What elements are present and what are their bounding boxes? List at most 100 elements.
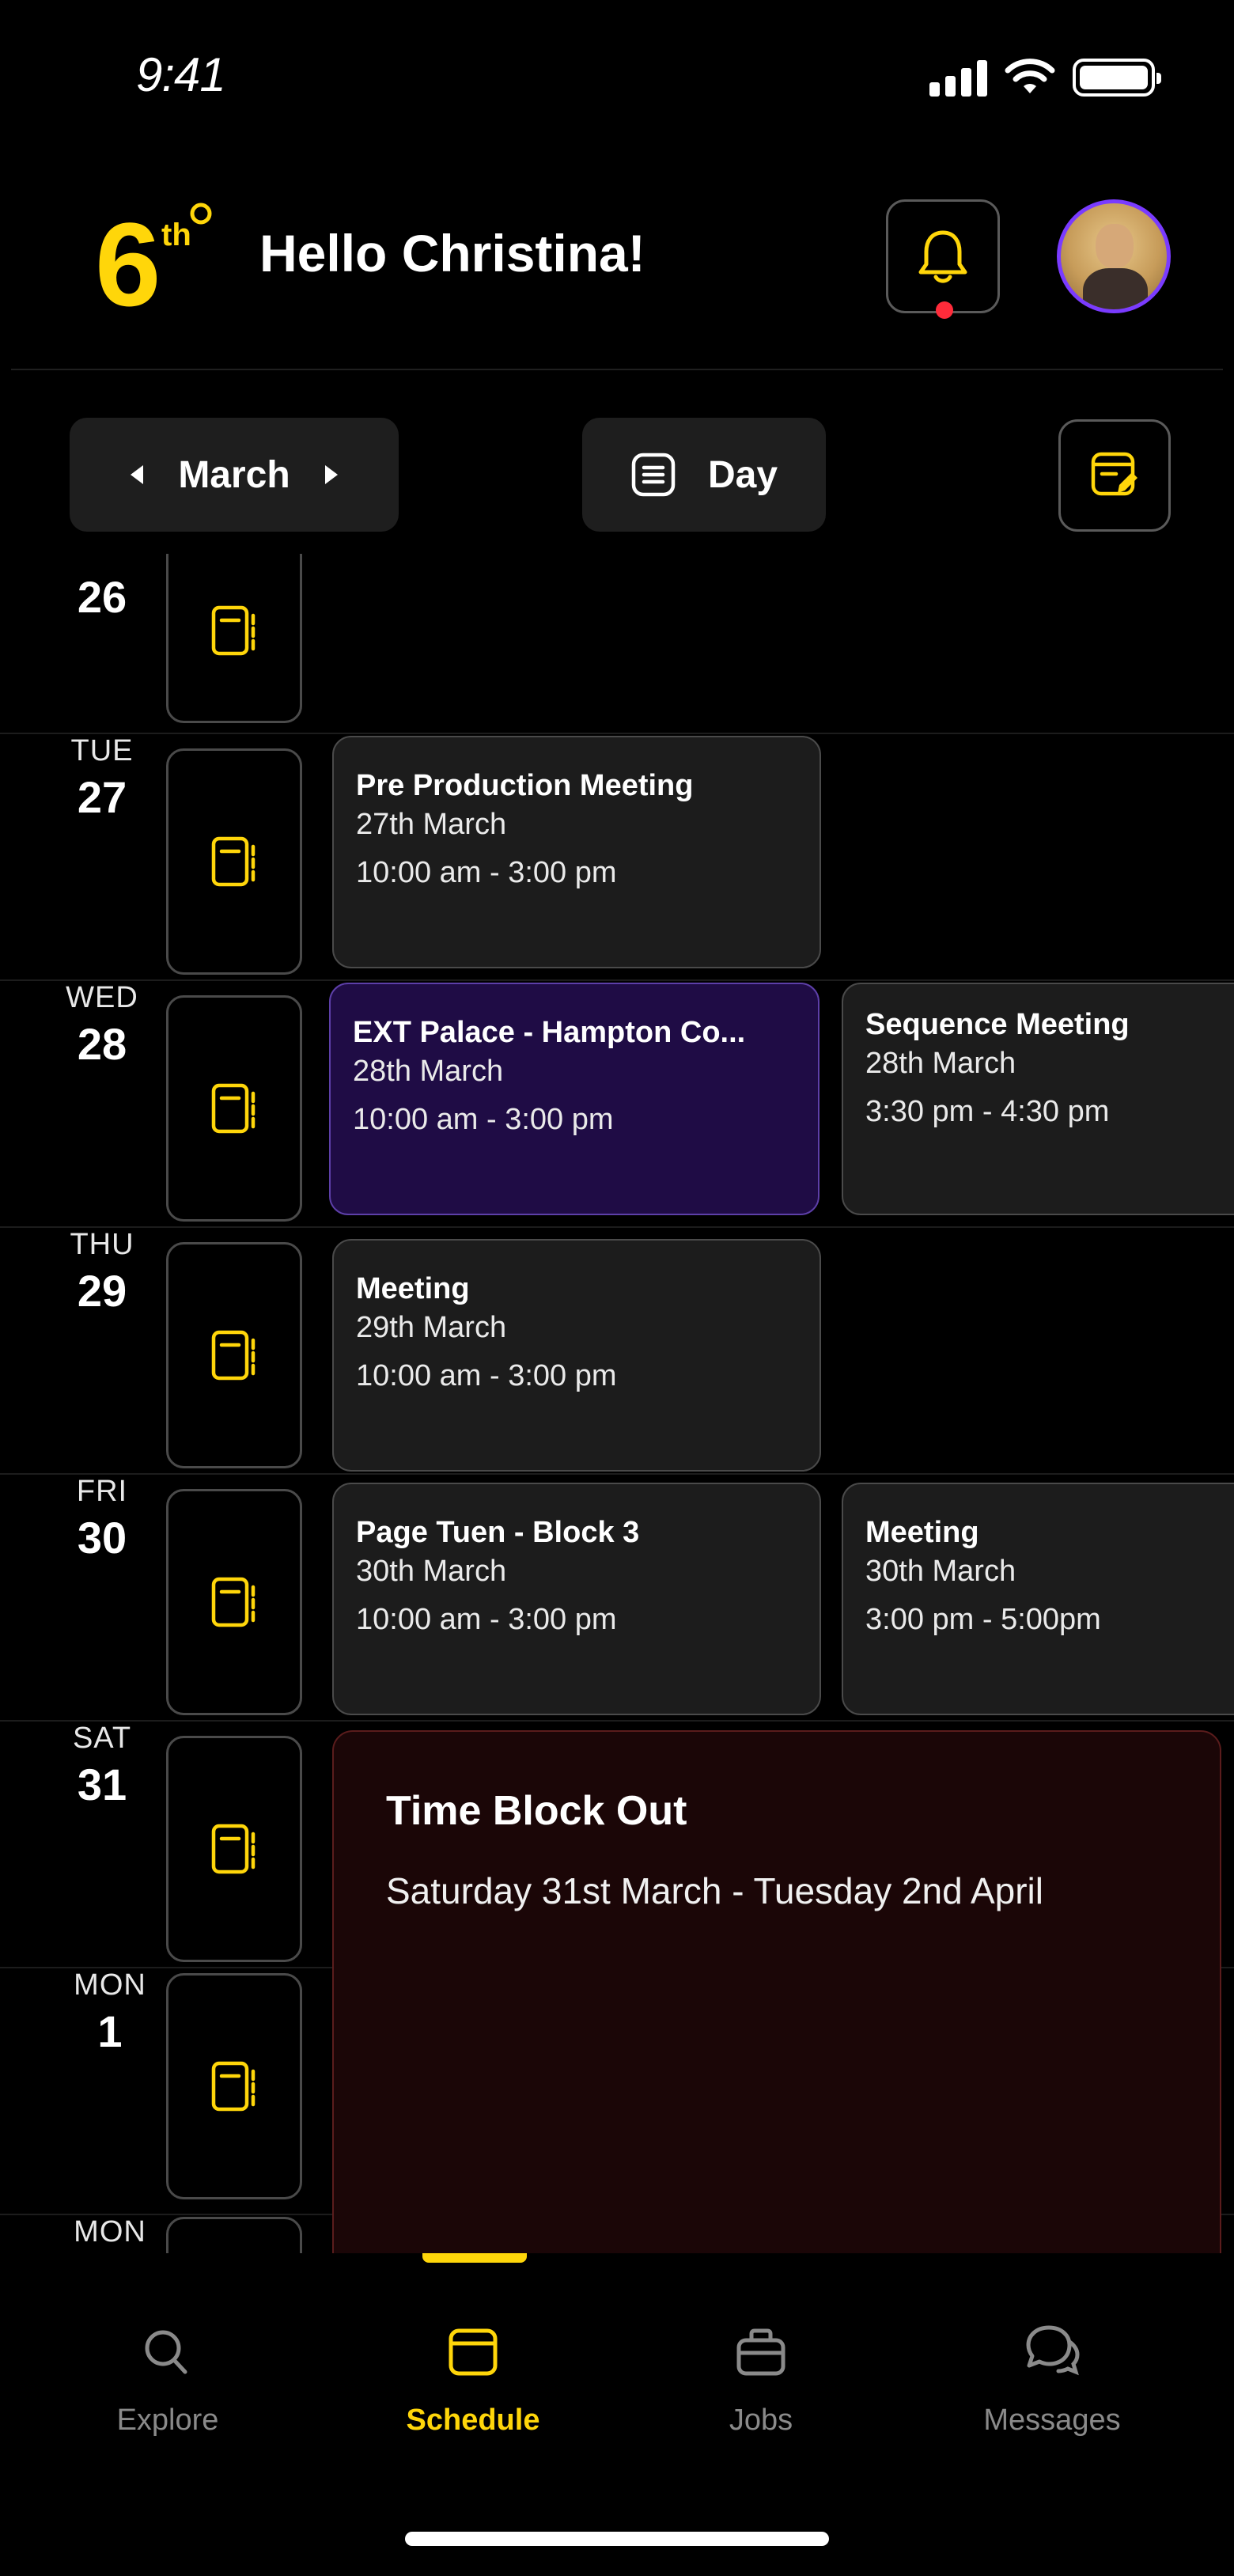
day-label: SAT 31: [51, 1722, 153, 1810]
day-of-week: SAT: [72, 1722, 132, 1755]
event-date: 27th March: [356, 808, 507, 841]
edit-note-icon: [1091, 452, 1137, 496]
notification-dot: [936, 301, 953, 319]
day-label: FRI 30: [51, 1475, 153, 1563]
event-title: Pre Production Meeting: [356, 769, 694, 802]
day-number: 29: [77, 1266, 127, 1316]
nav-label: Jobs: [729, 2404, 793, 2437]
svg-text:th: th: [161, 218, 191, 252]
nav-jobs[interactable]: Jobs: [642, 2323, 880, 2438]
event-title: Meeting: [865, 1516, 979, 1549]
day-note-button[interactable]: [166, 1973, 302, 2199]
day-note-button[interactable]: [166, 748, 302, 975]
event-time: 10:00 am - 3:00 pm: [356, 856, 617, 889]
prev-month-icon[interactable]: [131, 465, 144, 484]
status-time: 9:41: [136, 48, 226, 101]
day-label: WED 28: [51, 981, 153, 1070]
nav-label: Messages: [983, 2404, 1121, 2437]
signal-icon: [929, 59, 987, 97]
edit-notes-button[interactable]: [1058, 419, 1171, 532]
event-time: 10:00 am - 3:00 pm: [356, 1603, 617, 1636]
day-number: 1: [97, 2006, 123, 2056]
event-title: Sequence Meeting: [865, 1008, 1130, 1041]
day-number: 31: [77, 1760, 127, 1809]
notebook-icon: [211, 836, 256, 887]
notebook-icon: [211, 2061, 256, 2112]
day-of-week: MON: [74, 2215, 146, 2248]
bell-icon: [918, 230, 967, 283]
briefcase-icon: [736, 2328, 785, 2376]
day-label: MON 1: [59, 1968, 161, 2057]
day-of-week: MON: [74, 1968, 146, 2002]
event-title: Meeting: [356, 1272, 470, 1305]
avatar[interactable]: [1057, 199, 1171, 313]
view-label: Day: [707, 453, 778, 496]
nav-schedule[interactable]: Schedule: [354, 2323, 592, 2438]
view-selector[interactable]: Day: [582, 418, 826, 532]
notifications-button[interactable]: [886, 199, 1000, 319]
blockout-range: Saturday 31st March - Tuesday 2nd April: [386, 1870, 1043, 1911]
notebook-icon: [211, 605, 256, 656]
next-month-icon[interactable]: [324, 465, 338, 484]
app-logo: 6 th: [95, 198, 212, 316]
event-title: Page Tuen - Block 3: [356, 1516, 640, 1549]
event-time: 3:00 pm - 5:00pm: [865, 1603, 1101, 1636]
event-card[interactable]: Sequence Meeting 28th March 3:30 pm - 4:…: [842, 983, 1234, 1215]
day-of-week: WED: [66, 981, 138, 1014]
day-note-button[interactable]: [166, 1242, 302, 1468]
active-tab-indicator: [422, 2253, 527, 2263]
day-number: 27: [77, 772, 127, 822]
status-icons: [929, 59, 1161, 97]
day-of-week: THU: [70, 1228, 134, 1261]
day-of-week: FRI: [76, 1475, 128, 1508]
day-number: 26: [77, 572, 127, 622]
nav-label: Schedule: [406, 2404, 540, 2437]
greeting: Hello Christina!: [259, 224, 645, 282]
day-note-button[interactable]: [166, 995, 302, 1222]
month-selector[interactable]: March: [70, 418, 399, 532]
event-date: 30th March: [356, 1555, 507, 1588]
nav-messages[interactable]: Messages: [933, 2323, 1171, 2438]
blockout-title: Time Block Out: [386, 1788, 687, 1834]
battery-icon: [1073, 59, 1161, 97]
day-of-week: TUE: [70, 734, 134, 767]
day-note-button[interactable]: [166, 2217, 302, 2253]
notebook-icon: [211, 1330, 256, 1381]
event-card[interactable]: Pre Production Meeting 27th March 10:00 …: [332, 736, 821, 968]
list-icon: [631, 453, 676, 497]
day-note-button[interactable]: [166, 554, 302, 723]
time-blockout-card[interactable]: Time Block Out Saturday 31st March - Tue…: [332, 1730, 1221, 2284]
day-label: TUE 27: [51, 734, 153, 823]
event-date: 28th March: [353, 1055, 504, 1088]
day-label: THU 29: [51, 1228, 153, 1316]
event-time: 10:00 am - 3:00 pm: [353, 1103, 614, 1136]
calendar-icon: [449, 2328, 498, 2376]
day-label: MON: [59, 2215, 161, 2249]
nav-label: Explore: [116, 2404, 219, 2437]
event-date: 28th March: [865, 1047, 1016, 1080]
svg-text:6: 6: [95, 198, 161, 316]
notebook-icon: [211, 1083, 256, 1134]
event-card[interactable]: Page Tuen - Block 3 30th March 10:00 am …: [332, 1483, 821, 1715]
event-time: 3:30 pm - 4:30 pm: [865, 1095, 1110, 1128]
event-time: 10:00 am - 3:00 pm: [356, 1359, 617, 1392]
event-date: 29th March: [356, 1311, 507, 1344]
event-card[interactable]: EXT Palace - Hampton Co... 28th March 10…: [329, 983, 820, 1215]
day-note-button[interactable]: [166, 1736, 302, 1962]
chat-icon: [1026, 2325, 1080, 2376]
month-label: March: [178, 453, 290, 496]
home-indicator: [405, 2532, 829, 2546]
notebook-icon: [211, 1824, 256, 1874]
event-title: EXT Palace - Hampton Co...: [353, 1016, 746, 1049]
wifi-icon: [1005, 59, 1055, 93]
day-label: 26: [51, 568, 153, 623]
search-icon: [145, 2330, 187, 2374]
notebook-icon: [211, 1577, 256, 1627]
header-divider: [11, 369, 1223, 370]
event-date: 30th March: [865, 1555, 1016, 1588]
event-card[interactable]: Meeting 29th March 10:00 am - 3:00 pm: [332, 1239, 821, 1472]
day-number: 30: [77, 1513, 127, 1563]
day-note-button[interactable]: [166, 1489, 302, 1715]
event-card[interactable]: Meeting 30th March 3:00 pm - 5:00pm: [842, 1483, 1234, 1715]
nav-explore[interactable]: Explore: [49, 2323, 286, 2438]
